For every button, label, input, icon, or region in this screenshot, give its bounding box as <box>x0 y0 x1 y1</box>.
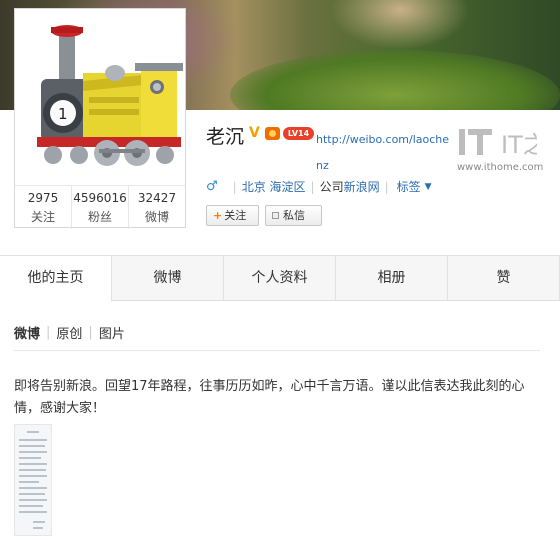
stat-label: 微博 <box>144 210 169 224</box>
stat-followers[interactable]: 4596016 粉丝 <box>72 186 129 229</box>
location-link[interactable]: 北京 海淀区 <box>242 178 306 195</box>
stat-value: 2975 <box>27 191 59 205</box>
separator: | <box>46 325 51 340</box>
tab-album[interactable]: 相册 <box>336 255 448 301</box>
separator: | <box>384 179 389 194</box>
tab-home[interactable]: 他的主页 <box>0 255 112 302</box>
profile-tabs: 他的主页 微博 个人资料 相册 赞 <box>0 255 560 302</box>
message-label: 私信 <box>283 209 305 222</box>
post-text: 即将告别新浪。回望17年路程，往事历历如昨，心中千言万语。谨以此信表达我此刻的心… <box>14 379 525 416</box>
tab-profile-info[interactable]: 个人资料 <box>224 255 336 301</box>
stat-posts[interactable]: 32427 微博 <box>129 186 185 229</box>
tab-weibo[interactable]: 微博 <box>112 255 224 301</box>
tab-likes[interactable]: 赞 <box>448 255 560 301</box>
message-icon <box>272 212 279 219</box>
separator: | <box>232 179 237 194</box>
follow-button[interactable]: + 关注 <box>206 205 259 226</box>
stat-label: 关注 <box>30 210 55 224</box>
train-avatar-image: 1 <box>37 25 183 166</box>
ithome-logo-text: IT之家 <box>501 131 537 159</box>
cover-decoration <box>330 0 470 50</box>
profile-card: 1 2975 关注 4596016 粉丝 32427 微博 <box>14 8 186 229</box>
male-icon: ♂ <box>206 179 218 194</box>
avatar[interactable]: 1 <box>15 9 185 185</box>
separator: | <box>88 325 93 340</box>
cover-decoration <box>230 50 560 110</box>
profile-meta: ♂ | 北京 海淀区 | 公司 新浪网 | 标签 ▼ <box>206 178 432 195</box>
stat-value: 32427 <box>137 191 177 205</box>
separator: | <box>310 179 315 194</box>
company-label: 公司 <box>319 180 344 194</box>
plus-icon: + <box>213 209 223 222</box>
chevron-down-icon[interactable]: ▼ <box>425 182 432 192</box>
user-name: 老沉 <box>206 126 245 148</box>
post-image-thumbnail[interactable] <box>14 424 52 536</box>
filter-original[interactable]: 原创 <box>56 323 82 342</box>
ithome-watermark-url: www.ithome.com <box>457 162 544 173</box>
profile-url-link[interactable]: http://weibo.com/laochenz <box>316 127 452 179</box>
profile-stats: 2975 关注 4596016 粉丝 32427 微博 <box>15 185 185 229</box>
filter-images[interactable]: 图片 <box>99 323 125 342</box>
ithome-logo: IT之家 <box>459 129 537 159</box>
feed-filter: 微博 | 原创 | 图片 <box>14 323 540 342</box>
filter-weibo[interactable]: 微博 <box>14 323 40 342</box>
verified-icon[interactable]: V <box>249 125 260 141</box>
tags-link[interactable]: 标签 <box>397 178 421 195</box>
follow-label: 关注 <box>224 209 247 222</box>
feed-content: 微博 | 原创 | 图片 即将告别新浪。回望17年路程，往事历历如昨，心中千言万… <box>0 302 560 540</box>
svg-text:1: 1 <box>58 105 68 123</box>
company-link[interactable]: 新浪网 <box>344 178 380 195</box>
level-badge[interactable]: LV14 <box>283 127 314 140</box>
stat-following[interactable]: 2975 关注 <box>15 186 72 229</box>
divider <box>14 350 540 351</box>
stat-label: 粉丝 <box>87 210 112 224</box>
member-icon[interactable] <box>265 127 280 140</box>
stat-value: 4596016 <box>73 191 127 205</box>
message-button[interactable]: 私信 <box>265 205 322 226</box>
